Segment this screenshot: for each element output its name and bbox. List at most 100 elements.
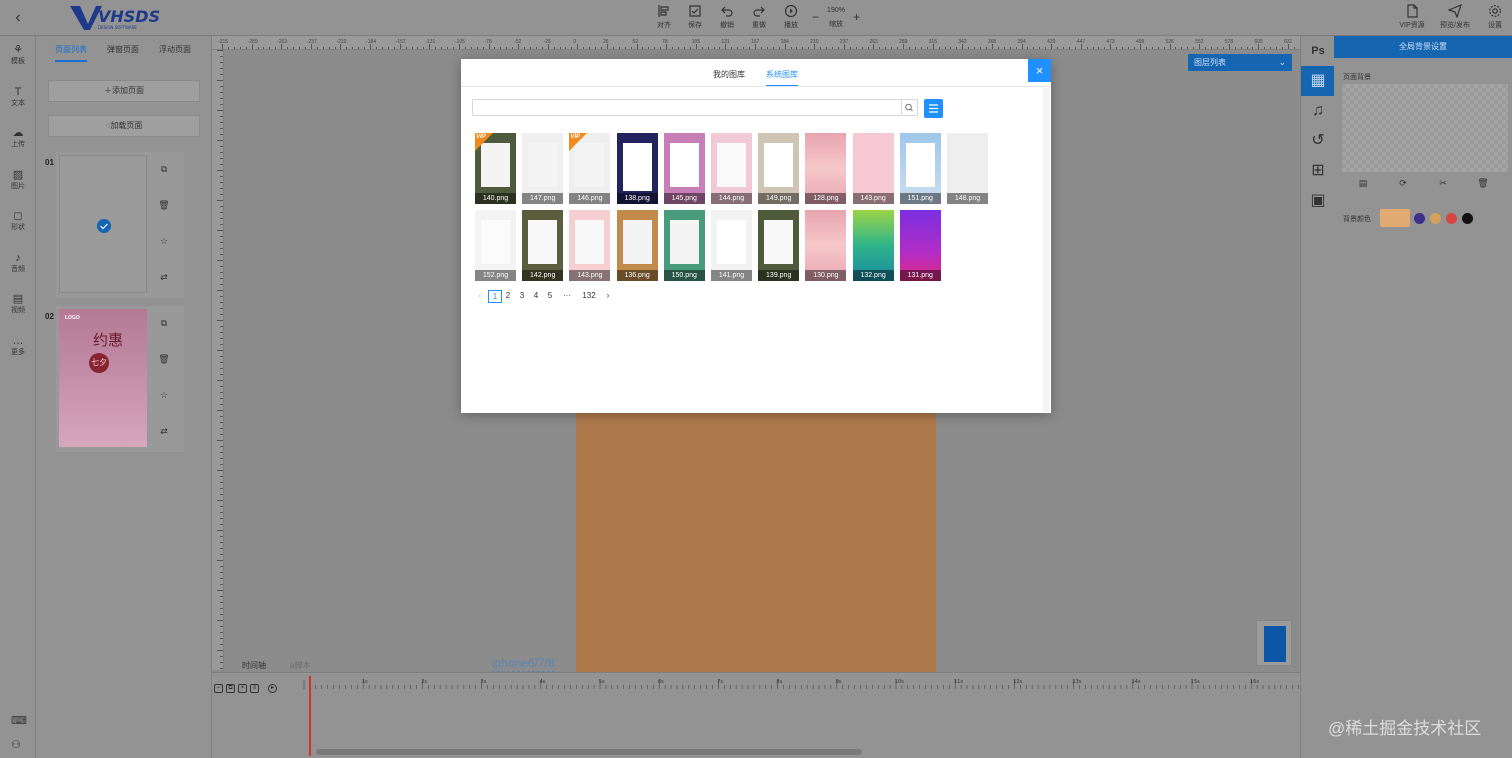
gallery-image[interactable]: 130.png (805, 210, 847, 281)
device-label[interactable]: iphone6/7/8 (492, 656, 555, 672)
rail-item-upload[interactable]: ☁ 上传 (0, 127, 36, 149)
tab-timeline[interactable]: 时间轴 (242, 660, 266, 671)
gallery-image[interactable]: 148.png (947, 133, 988, 204)
bg-color-swatch[interactable] (1380, 209, 1410, 227)
replace-page-icon[interactable]: ⇄ (156, 272, 172, 284)
page-button[interactable]: 3 (517, 290, 527, 303)
minimap[interactable] (1256, 620, 1292, 666)
settings-button[interactable]: 设置 (1478, 4, 1512, 30)
gallery-image[interactable]: 131.png (899, 210, 941, 281)
rail-item-more[interactable]: … 更多 (0, 335, 36, 357)
gallery-image[interactable]: VIP 140.png (475, 133, 516, 204)
save-button[interactable]: 保存 (678, 4, 712, 30)
background-icon[interactable]: ▦ (1301, 66, 1335, 96)
ps-icon[interactable]: Ps (1301, 36, 1335, 66)
rail-item-shape[interactable]: ◻ 形状 (0, 210, 36, 232)
star-page-icon[interactable]: ☆ (156, 390, 172, 402)
search-button[interactable] (902, 99, 918, 116)
zoom-in-button[interactable]: + (853, 10, 860, 24)
rail-item-video[interactable]: ▤ 视频 (0, 293, 36, 315)
gallery-image[interactable]: 151.png (899, 133, 941, 204)
gallery-image[interactable]: VIP 146.png (569, 133, 611, 204)
copy-icon[interactable]: ⧉ (226, 684, 235, 693)
delete-page-icon[interactable]: 🗑 (156, 354, 172, 366)
rail-item-image[interactable]: ▨ 图片 (0, 169, 36, 191)
delete-page-icon[interactable]: 🗑 (156, 200, 172, 212)
replace-page-icon[interactable]: ⇄ (156, 426, 172, 438)
gallery-image[interactable]: 147.png (522, 133, 564, 204)
page-card-2[interactable]: LOGO 约惠 七夕 ⧉ 🗑 ☆ ⇄ (56, 306, 184, 452)
redo-button[interactable]: 重做 (742, 4, 776, 30)
layer-list-dropdown[interactable]: 图层列表 ⌄ (1188, 54, 1292, 71)
close-button[interactable]: × (1028, 59, 1051, 82)
gallery-image[interactable]: 145.png (663, 133, 705, 204)
next-page-button[interactable]: › (603, 290, 613, 303)
prev-page-button[interactable]: ‹ (476, 290, 484, 303)
gallery-image[interactable]: 139.png (758, 210, 800, 281)
bg-image-preview[interactable] (1342, 84, 1508, 172)
tab-system-library[interactable]: 系统图库 (766, 69, 798, 87)
rail-item-audio[interactable]: ♪ 音频 (0, 252, 36, 274)
music-icon[interactable]: ♫ (1301, 96, 1335, 126)
tab-script[interactable]: a脚本 (290, 660, 310, 671)
play-icon[interactable]: ▸ (268, 684, 277, 693)
play-button[interactable]: 播放 (774, 4, 808, 30)
gallery-image[interactable]: 136.png (616, 210, 658, 281)
image-upload-icon[interactable]: ▤ (1356, 178, 1370, 192)
page-thumbnail[interactable] (59, 155, 147, 293)
page-button[interactable]: 1 (488, 290, 502, 303)
refresh-icon[interactable]: ⟳ (1396, 178, 1410, 192)
page-button[interactable]: 5 (545, 290, 555, 303)
keyboard-icon[interactable]: ⌨ (11, 714, 27, 727)
gallery-image[interactable]: 132.png (852, 210, 894, 281)
add-page-button[interactable]: ＋添加页面 (48, 80, 200, 102)
copy-page-icon[interactable]: ⧉ (156, 164, 172, 176)
user-icon[interactable]: ⚇ (11, 738, 21, 751)
undo-button[interactable]: 撤销 (710, 4, 744, 30)
trash-icon[interactable]: 🗑 (1476, 178, 1490, 192)
color-preset-dot[interactable] (1414, 213, 1425, 224)
search-input[interactable] (472, 99, 902, 116)
vip-resources-button[interactable]: VIP资源 (1392, 4, 1432, 30)
page-button[interactable]: 2 (503, 290, 513, 303)
history-icon[interactable]: ↺ (1301, 126, 1335, 156)
gallery-image[interactable]: 138.png (616, 133, 658, 204)
modal-scrollbar[interactable] (1043, 88, 1049, 412)
grid-icon[interactable]: ⊞ (1301, 156, 1335, 186)
gallery-image[interactable]: 149.png (758, 133, 800, 204)
tab-popup-pages[interactable]: 弹窗页面 (107, 44, 139, 55)
align-button[interactable]: 对齐 (647, 4, 681, 30)
load-page-button[interactable]: ◌加载页面 (48, 115, 200, 137)
back-button[interactable]: ‹ (8, 8, 28, 28)
page-card-1[interactable]: ⧉ 🗑 ☆ ⇄ (56, 152, 184, 298)
trash-icon[interactable]: – (214, 684, 223, 693)
gallery-image[interactable]: 152.png (475, 210, 516, 281)
gallery-image[interactable]: 143.png (852, 133, 894, 204)
timeline-scrollbar[interactable] (316, 749, 862, 755)
rail-item-template[interactable]: ⚘ 模板 (0, 44, 36, 66)
page-button[interactable]: 4 (531, 290, 541, 303)
preview-publish-button[interactable]: 预览/发布 (1434, 4, 1476, 30)
rail-item-text[interactable]: T 文本 (0, 86, 36, 108)
page-thumbnail[interactable]: LOGO 约惠 七夕 (59, 309, 147, 447)
minimap-viewport[interactable] (1264, 626, 1286, 662)
gallery-image[interactable]: 142.png (522, 210, 564, 281)
star-page-icon[interactable]: ☆ (156, 236, 172, 248)
tab-my-library[interactable]: 我的图库 (713, 69, 745, 80)
gallery-image[interactable]: 128.png (805, 133, 847, 204)
gallery-image[interactable]: 150.png (663, 210, 705, 281)
page-button[interactable]: 132 (579, 290, 599, 303)
image-icon[interactable]: ▣ (1301, 186, 1335, 216)
list-view-button[interactable] (924, 99, 943, 118)
cut-icon[interactable]: × (238, 684, 247, 693)
color-preset-dot[interactable] (1462, 213, 1473, 224)
gallery-image[interactable]: 144.png (711, 133, 752, 204)
crop-icon[interactable]: ✂ (1436, 178, 1450, 192)
gallery-image[interactable]: 141.png (711, 210, 752, 281)
color-preset-dot[interactable] (1430, 213, 1441, 224)
copy-page-icon[interactable]: ⧉ (156, 318, 172, 330)
gallery-image[interactable]: 143.png (569, 210, 611, 281)
tab-page-list[interactable]: 页面列表 (55, 44, 87, 62)
layers-icon[interactable]: ≡ (250, 684, 259, 693)
color-preset-dot[interactable] (1446, 213, 1457, 224)
